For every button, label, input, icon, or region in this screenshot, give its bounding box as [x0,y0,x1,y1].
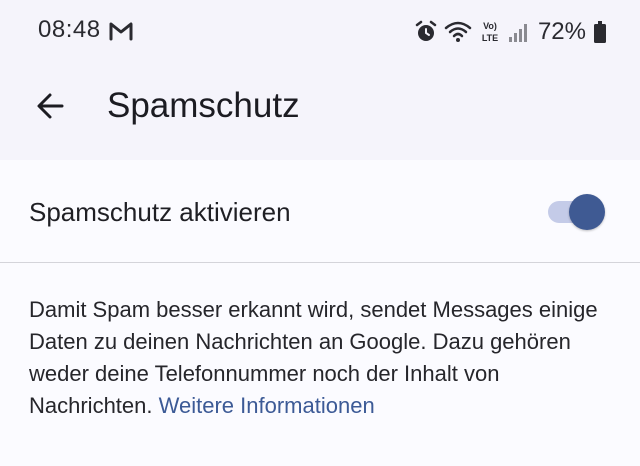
back-button[interactable] [26,84,74,132]
divider [0,262,640,263]
page-title: Spamschutz [107,86,300,125]
arrow-back-icon [34,90,66,127]
status-bar: 08:48 Vo) LTE 72% [0,0,640,64]
spam-protection-setting-row[interactable]: Spamschutz aktivieren [0,160,640,262]
battery-icon [594,21,606,43]
app-bar: Spamschutz [0,64,640,160]
signal-icon [508,20,528,44]
svg-text:LTE: LTE [482,33,498,43]
alarm-icon [414,20,438,44]
wifi-icon [444,20,472,44]
gmail-icon [109,21,133,41]
svg-text:Vo): Vo) [483,21,497,31]
status-time: 08:48 [38,16,101,43]
toggle-thumb [569,194,605,230]
status-icons: Vo) LTE 72% [414,14,606,50]
learn-more-link[interactable]: Weitere Informationen [159,393,375,418]
volte-icon: Vo) LTE [478,18,502,46]
description-text: Damit Spam besser erkannt wird, sendet M… [29,294,619,422]
battery-percent: 72% [537,18,586,45]
spam-protection-toggle[interactable] [548,194,608,230]
setting-label: Spamschutz aktivieren [29,197,291,227]
